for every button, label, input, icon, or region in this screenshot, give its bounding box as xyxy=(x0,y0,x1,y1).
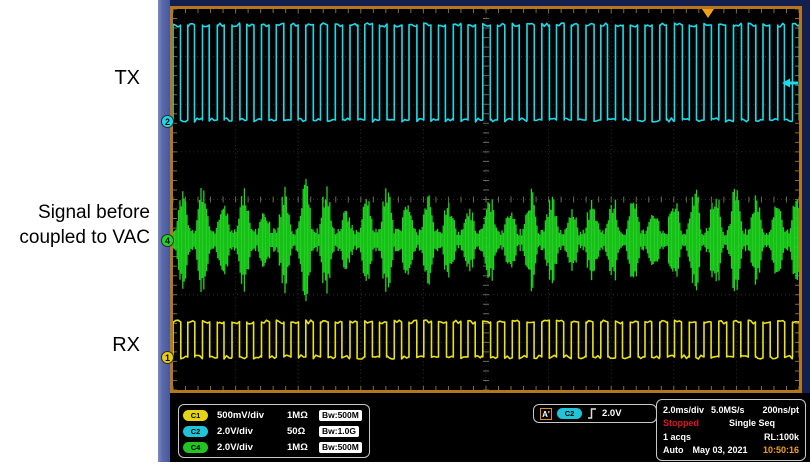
rising-edge-icon xyxy=(588,408,596,419)
acq-count: 1 acqs xyxy=(663,431,692,442)
acq-mode: Single Seq xyxy=(728,418,775,429)
horizontal-settings-box[interactable]: 2.0ms/div 5.0MS/s 200ns/pt Stopped Singl… xyxy=(656,399,806,461)
trigger-level-value: 2.0V xyxy=(602,408,622,419)
channel-2-bandwidth: Bw:1.0G xyxy=(319,425,360,437)
oscilloscope-window: 2 4 1 C1 500mV/div 1MΩ Bw:500M C2 2.0V/d… xyxy=(158,0,810,462)
channel-4-impedance: 1MΩ xyxy=(287,441,308,453)
channel-4-marker[interactable]: 4 xyxy=(161,234,174,247)
trigger-source-badge[interactable]: C2 xyxy=(557,408,582,419)
time-value: 10:50:16 xyxy=(762,445,799,456)
channel-1-badge[interactable]: C1 xyxy=(183,409,208,421)
waveform-display[interactable] xyxy=(170,6,802,393)
acq-count-row: 1 acqs RL:100k xyxy=(663,432,799,442)
channel-4-bandwidth: Bw:500M xyxy=(319,441,362,453)
channel-2-scale: 2.0V/div xyxy=(217,425,253,437)
acq-status-row: Stopped Single Seq xyxy=(663,418,799,428)
channel-1-row[interactable]: C1 500mV/div 1MΩ Bw:500M xyxy=(183,409,365,421)
trigger-settings-box[interactable]: A' C2 2.0V xyxy=(533,404,657,423)
timebase-value: 2.0ms/div xyxy=(663,404,705,415)
channel-2-row[interactable]: C2 2.0V/div 50Ω Bw:1.0G xyxy=(183,425,365,437)
rx-label: RX xyxy=(112,334,140,356)
tx-label: TX xyxy=(114,67,140,89)
sample-rate-value: 5.0MS/s xyxy=(711,404,745,415)
record-length: RL:100k xyxy=(763,431,799,442)
signal-label-line2: coupled to VAC xyxy=(19,227,150,248)
signal-label-line1: Signal before xyxy=(38,202,150,223)
channel-settings-box[interactable]: C1 500mV/div 1MΩ Bw:500M C2 2.0V/div 50Ω… xyxy=(178,404,370,458)
channel-2-impedance: 50Ω xyxy=(287,425,306,437)
window-left-strip xyxy=(158,0,170,462)
channel-4-row[interactable]: C4 2.0V/div 1MΩ Bw:500M xyxy=(183,441,365,453)
resolution-value: 200ns/pt xyxy=(762,404,799,415)
acq-status: Stopped xyxy=(663,418,699,429)
date-value: May 03, 2021 xyxy=(692,445,748,456)
channel-1-marker[interactable]: 1 xyxy=(161,351,174,364)
channel-2-badge[interactable]: C2 xyxy=(183,425,208,437)
channel-4-scale: 2.0V/div xyxy=(217,441,253,453)
channel-1-impedance: 1MΩ xyxy=(287,409,308,421)
channel-4-badge[interactable]: C4 xyxy=(183,441,208,453)
channel-1-scale: 500mV/div xyxy=(217,409,264,421)
channel-2-marker[interactable]: 2 xyxy=(161,115,174,128)
trigger-a-icon: A' xyxy=(540,407,552,420)
datetime-row: Auto May 03, 2021 10:50:16 xyxy=(663,445,799,455)
trigger-mode: Auto xyxy=(663,445,684,456)
waveform-svg xyxy=(173,9,799,390)
timebase-row: 2.0ms/div 5.0MS/s 200ns/pt xyxy=(663,405,799,415)
signal-label: Signal before coupled to VAC xyxy=(0,200,158,250)
annotation-area: TX Signal before coupled to VAC RX xyxy=(0,0,158,465)
channel-1-bandwidth: Bw:500M xyxy=(319,409,362,421)
